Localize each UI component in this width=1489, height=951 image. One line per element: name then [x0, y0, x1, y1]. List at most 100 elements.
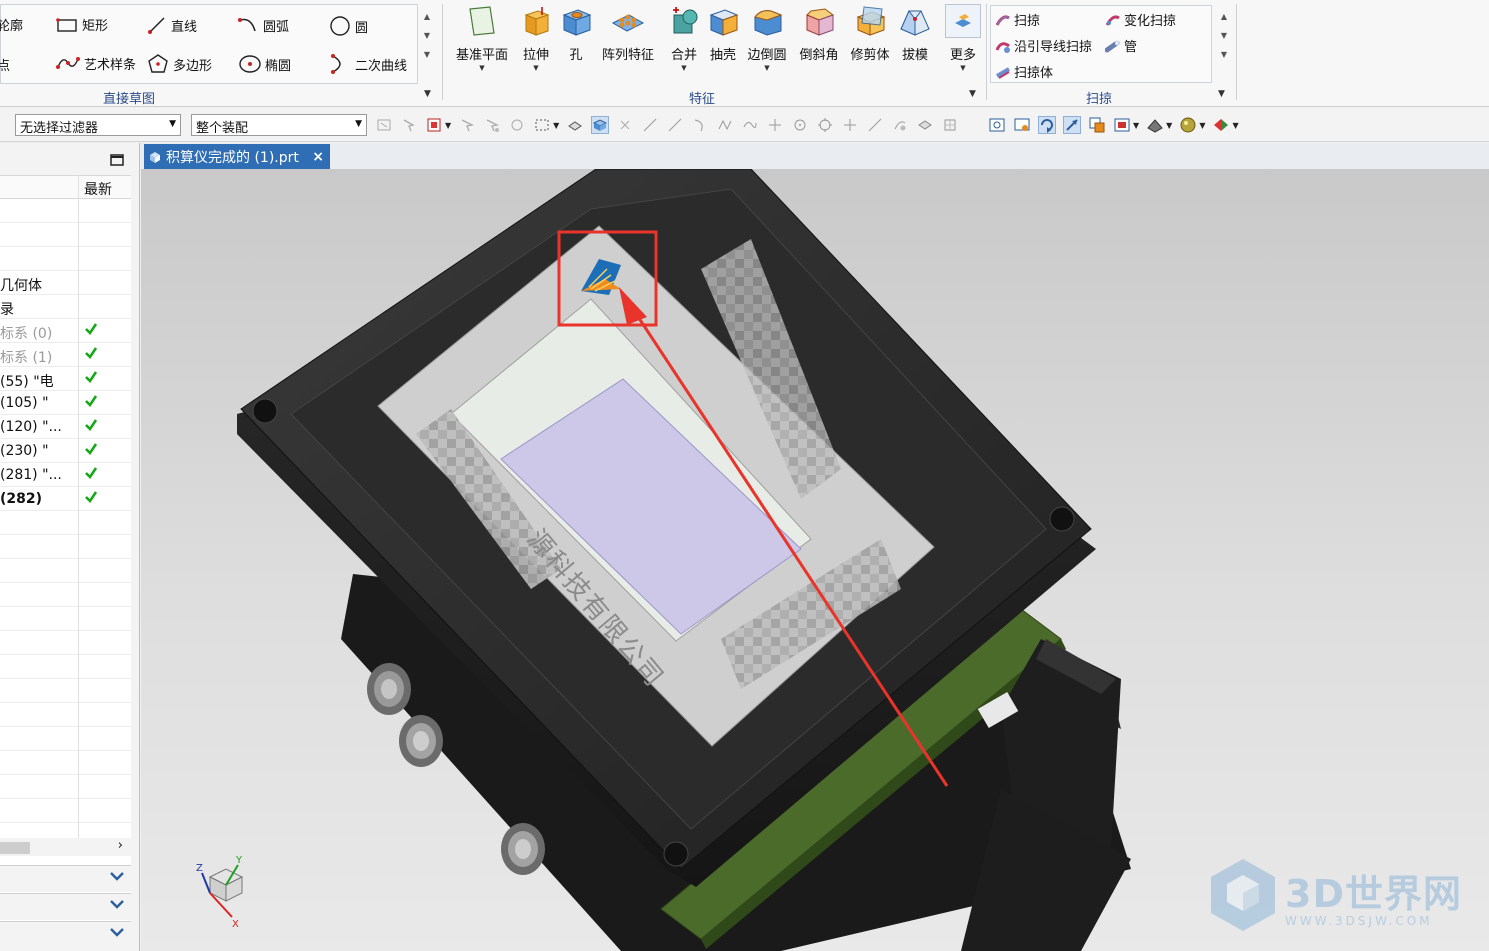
layout-view-icon[interactable] [1113, 116, 1131, 134]
dependencies-panel-toggle[interactable] [0, 865, 131, 892]
shell-button[interactable]: 抽壳 [698, 4, 748, 74]
details-panel-toggle[interactable] [0, 893, 131, 920]
more-button[interactable]: 更多 ▼ [938, 4, 988, 74]
rotate-view-icon[interactable] [1038, 116, 1056, 134]
scrollbar-thumb[interactable] [0, 842, 30, 854]
gallery-expand-icon[interactable]: ▼ [424, 50, 430, 59]
point-button[interactable]: 点 [0, 55, 10, 74]
tube-button[interactable]: 管 [1105, 36, 1137, 55]
sketch-gallery-scroll[interactable]: ▲ ▼ ▼ [420, 12, 434, 59]
conic-button[interactable]: 二次曲线 [329, 53, 407, 75]
hole-button[interactable]: 孔 [551, 4, 601, 74]
navigator-row[interactable]: (105) " [0, 391, 131, 415]
datum-plane-button[interactable]: 基准平面 ▼ [453, 4, 511, 74]
select-component-icon[interactable] [566, 116, 584, 134]
sweep-group-menu-icon[interactable]: ▼ [1218, 89, 1225, 99]
highlight-icon[interactable] [425, 116, 443, 134]
dropdown-icon[interactable]: ▼ [479, 64, 484, 72]
arc-button[interactable]: 圆弧 [237, 15, 289, 35]
dropdown-icon[interactable]: ▼ [1232, 121, 1238, 130]
dropdown-icon[interactable]: ▼ [764, 64, 769, 72]
variational-sweep-button[interactable]: 变化扫掠 [1105, 10, 1176, 29]
curve-point-icon[interactable] [741, 116, 759, 134]
point-on-curve-icon[interactable] [866, 116, 884, 134]
scroll-down-icon[interactable]: ▼ [1221, 31, 1227, 40]
draft-button[interactable]: 拔模 [890, 4, 940, 74]
intersection-icon[interactable] [716, 116, 734, 134]
tab-part-file[interactable]: 积算仪完成的 (1).prt × [144, 144, 330, 169]
circle-button[interactable]: 圆 [329, 15, 368, 37]
navigator-row[interactable]: (281) "... [0, 463, 131, 487]
contour-button[interactable]: 轮廓 [0, 15, 23, 34]
select-solid-icon[interactable] [591, 116, 610, 134]
dropdown-icon[interactable]: ▼ [681, 64, 686, 72]
ellipse-button[interactable]: 椭圆 [239, 53, 291, 75]
control-point-icon[interactable] [691, 116, 709, 134]
trim-body-button[interactable]: 修剪体 [845, 4, 895, 74]
chamfer-button[interactable]: 倒斜角 [794, 4, 844, 74]
scroll-right-icon[interactable]: › [118, 838, 123, 853]
background-icon[interactable] [1179, 116, 1197, 134]
dropdown-icon[interactable]: ▼ [533, 64, 538, 72]
preview-panel-toggle[interactable] [0, 921, 131, 951]
dropdown-icon[interactable]: ▼ [445, 121, 451, 130]
swept-volume-button[interactable]: 扫掠体 [995, 62, 1053, 81]
navigator-row[interactable]: (120) "... [0, 415, 131, 439]
existing-point-icon[interactable] [841, 116, 859, 134]
pattern-feature-button[interactable]: 阵列特征 [598, 4, 658, 74]
line-button[interactable]: 直线 [147, 15, 197, 35]
navigator-row[interactable]: 几何体 [0, 271, 131, 295]
rectangle-button[interactable]: 矩形 [56, 15, 108, 34]
end-point-icon[interactable] [641, 116, 659, 134]
render-style-icon[interactable] [1146, 116, 1164, 134]
scroll-down-icon[interactable]: ▼ [424, 31, 430, 40]
navigator-row[interactable]: 标系 (1) [0, 343, 131, 367]
selection-scope-select[interactable]: 整个装配 ▼ [191, 114, 367, 136]
navigator-row[interactable]: 标系 (0) [0, 319, 131, 343]
dropdown-icon[interactable]: ▼ [1199, 121, 1205, 130]
navigator-row[interactable] [0, 247, 131, 271]
cross-point-icon[interactable] [766, 116, 784, 134]
navigator-row[interactable]: (230) " [0, 439, 131, 463]
sketch-group-menu-icon[interactable]: ▼ [424, 89, 431, 99]
sweep-along-guide-button[interactable]: 沿引导线扫掠 [995, 36, 1092, 55]
gallery-expand-icon[interactable]: ▼ [1221, 50, 1227, 59]
edge-blend-button[interactable]: 边倒圆 ▼ [742, 4, 792, 74]
scroll-up-icon[interactable]: ▲ [424, 12, 430, 21]
select-features-icon[interactable] [400, 116, 418, 134]
bounded-grid-icon[interactable] [916, 116, 934, 134]
scroll-up-icon[interactable]: ▲ [1221, 12, 1227, 21]
navigator-row[interactable]: (55) "电 [0, 367, 131, 391]
dropdown-icon[interactable]: ▼ [553, 121, 559, 130]
quadrant-point-icon[interactable] [816, 116, 834, 134]
fit-view-icon[interactable] [988, 116, 1006, 134]
arc-center-icon[interactable] [791, 116, 809, 134]
view-triad[interactable]: Z Y X [196, 855, 244, 930]
horizontal-scrollbar[interactable]: › [0, 838, 131, 856]
visualization-icon[interactable] [1212, 116, 1230, 134]
dropdown-icon[interactable]: ▼ [1133, 121, 1139, 130]
column-latest[interactable]: 最新 [84, 179, 112, 199]
feature-group-menu-icon[interactable]: ▼ [969, 89, 976, 99]
snap-grid-icon[interactable] [941, 116, 959, 134]
maximize-icon[interactable] [110, 154, 124, 166]
point-on-face-icon[interactable] [891, 116, 909, 134]
dropdown-icon[interactable]: ▼ [960, 64, 965, 72]
mid-point-icon[interactable] [666, 116, 684, 134]
graphics-window[interactable]: 源科技有限公司 Z Y X 3D世界网 WWW.3DSJW.COM [141, 169, 1489, 951]
select-face-icon[interactable] [458, 116, 476, 134]
snap-point-icon[interactable] [616, 116, 634, 134]
navigator-row[interactable] [0, 223, 131, 247]
sweep-gallery-scroll[interactable]: ▲ ▼ ▼ [1217, 12, 1231, 59]
swept-button[interactable]: 扫掠 [995, 10, 1040, 29]
rectangle-select-icon[interactable] [533, 116, 551, 134]
polygon-button[interactable]: 多边形 [147, 53, 212, 75]
dropdown-icon[interactable]: ▼ [1166, 121, 1172, 130]
pan-view-icon[interactable] [1063, 116, 1081, 134]
zoom-view-icon[interactable] [1013, 116, 1031, 134]
navigator-row[interactable] [0, 199, 131, 223]
general-selection-icon[interactable] [375, 116, 393, 134]
orient-view-icon[interactable] [1088, 116, 1106, 134]
type-filter-select[interactable]: 无选择过滤器 ▼ [15, 114, 181, 136]
studio-spline-button[interactable]: 艺术样条 [56, 53, 136, 73]
